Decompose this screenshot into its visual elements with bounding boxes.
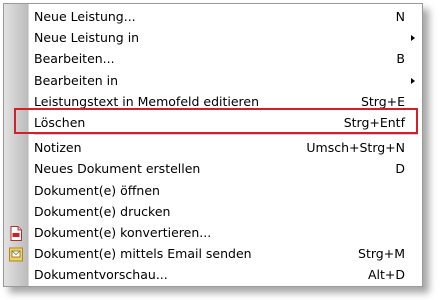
menu-item-shortcut: D <box>395 161 405 177</box>
menu-item-shortcut: Strg+M <box>358 246 405 262</box>
pdf-icon <box>10 226 22 241</box>
menu-item-shortcut: Strg+E <box>360 93 405 109</box>
submenu-arrow-icon <box>411 77 415 84</box>
menu-item-dokument-email[interactable]: Dokument(e) mittels Email senden Strg+M <box>4 243 422 264</box>
menu-item-notizen[interactable]: Notizen Umsch+Strg+N <box>4 137 422 158</box>
menu-item-label: Dokument(e) öffnen <box>34 182 160 198</box>
menu-item-label: Neues Dokument erstellen <box>34 161 201 177</box>
mail-icon <box>9 247 23 262</box>
menu-item-shortcut: N <box>395 9 405 24</box>
menu-item-shortcut: Umsch+Strg+N <box>306 140 405 156</box>
menu-item-label: Bearbeiten... <box>34 51 115 67</box>
menu-item-dokumentvorschau[interactable]: Dokumentvorschau... Alt+D <box>4 264 422 285</box>
menu-item-shortcut: Alt+D <box>367 267 405 283</box>
menu-items: Neue Leistung... N Neue Leistung in Bear… <box>4 6 422 285</box>
menu-item-label: Dokument(e) konvertieren... <box>34 224 212 240</box>
menu-item-dokument-konvertieren[interactable]: Dokument(e) konvertieren... <box>4 222 422 243</box>
menu-item-label: Leistungstext in Memofeld editieren <box>34 93 260 109</box>
menu-item-loeschen[interactable]: Löschen Strg+Entf <box>4 112 422 133</box>
menu-item-neues-dokument[interactable]: Neues Dokument erstellen D <box>4 158 422 179</box>
menu-item-bearbeiten-in[interactable]: Bearbeiten in <box>4 70 422 91</box>
menu-item-bearbeiten[interactable]: Bearbeiten... B <box>4 48 422 69</box>
menu-item-neue-leistung[interactable]: Neue Leistung... N <box>4 6 422 27</box>
menu-item-label: Bearbeiten in <box>34 72 119 88</box>
menu-item-label: Neue Leistung... <box>34 9 136 24</box>
menu-item-leistungstext-memofeld[interactable]: Leistungstext in Memofeld editieren Strg… <box>4 91 422 112</box>
menu-item-shortcut: B <box>396 51 405 67</box>
menu-item-neue-leistung-in[interactable]: Neue Leistung in <box>4 27 422 48</box>
menu-item-label: Löschen <box>34 114 86 130</box>
menu-item-label: Dokument(e) drucken <box>34 203 171 219</box>
submenu-arrow-icon <box>411 35 415 42</box>
menu-item-shortcut: Strg+Entf <box>343 114 405 130</box>
menu-item-label: Dokumentvorschau... <box>34 267 168 283</box>
menu-item-label: Dokument(e) mittels Email senden <box>34 246 252 262</box>
context-menu: Neue Leistung... N Neue Leistung in Bear… <box>3 3 423 287</box>
menu-item-label: Notizen <box>34 140 82 156</box>
menu-item-dokument-drucken[interactable]: Dokument(e) drucken <box>4 201 422 222</box>
menu-item-dokument-oeffnen[interactable]: Dokument(e) öffnen <box>4 180 422 201</box>
menu-item-label: Neue Leistung in <box>34 30 140 46</box>
